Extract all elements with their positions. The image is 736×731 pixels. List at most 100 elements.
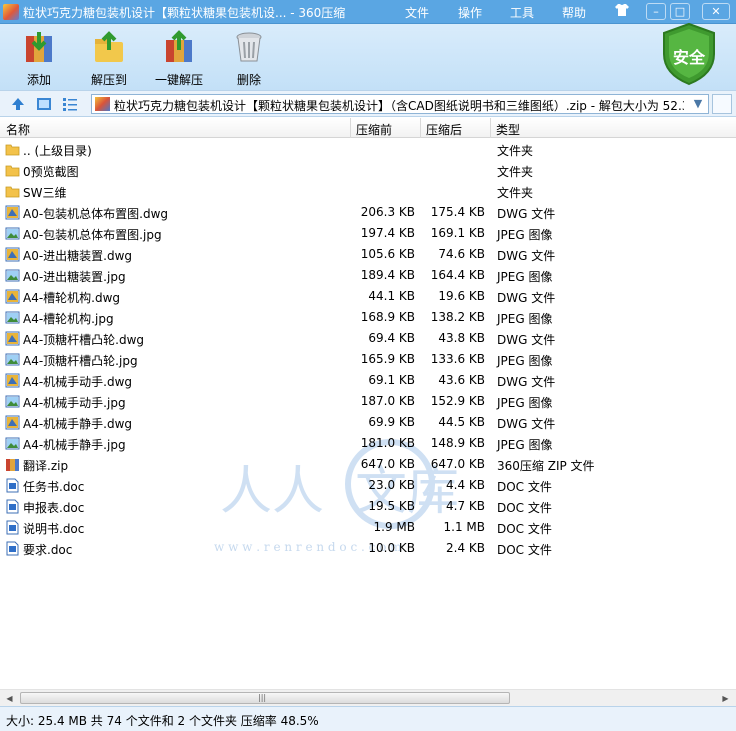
file-size: 69.4 KB: [368, 331, 415, 345]
window-title: 粒状巧克力糖包装机设计【颗粒状糖果包装机设... - 360压缩: [23, 6, 346, 20]
file-packed-size: 4.7 KB: [446, 499, 485, 513]
file-name: A4-槽轮机构.dwg: [23, 291, 121, 305]
file-size: 181.0 KB: [360, 436, 415, 450]
file-row[interactable]: A4-槽轮机构.jpg 168.9 KB 138.2 KB JPEG 图像: [0, 307, 736, 328]
one-click-extract-label: 一键解压: [154, 73, 203, 87]
scrollbar-thumb[interactable]: |||: [20, 692, 510, 704]
file-packed-size: 2.4 KB: [446, 541, 485, 555]
file-row[interactable]: A4-机械手静手.dwg 69.9 KB 44.5 KB DWG 文件: [0, 412, 736, 433]
menu-tools[interactable]: 工具: [510, 4, 534, 21]
address-bar: 粒状巧克力糖包装机设计【颗粒状糖果包装机设计】（含CAD图纸说明书和三维图纸）.…: [0, 90, 736, 117]
file-name: 要求.doc: [23, 543, 73, 557]
file-size: 189.4 KB: [360, 268, 415, 282]
column-name[interactable]: 名称: [6, 121, 30, 138]
file-row[interactable]: 要求.doc 10.0 KB 2.4 KB DOC 文件: [0, 538, 736, 559]
horizontal-scrollbar[interactable]: ◀ ||| ▶: [0, 689, 736, 706]
extract-to-icon: [95, 31, 123, 62]
jpeg-file-icon: [5, 310, 20, 325]
file-row[interactable]: A4-槽轮机构.dwg 44.1 KB 19.6 KB DWG 文件: [0, 286, 736, 307]
chevron-down-icon[interactable]: ▼: [690, 96, 706, 112]
file-size: 69.1 KB: [368, 373, 415, 387]
list-view-icon[interactable]: [62, 96, 78, 112]
file-name: 申报表.doc: [23, 501, 85, 515]
add-button[interactable]: 添加: [7, 26, 71, 88]
file-name: SW三维: [23, 186, 67, 200]
file-size: 187.0 KB: [360, 394, 415, 408]
file-row[interactable]: A0-包装机总体布置图.dwg 206.3 KB 175.4 KB DWG 文件: [0, 202, 736, 223]
jpeg-file-icon: [5, 226, 20, 241]
file-row[interactable]: 0预览截图 文件夹: [0, 160, 736, 181]
file-row[interactable]: A0-进出糖装置.jpg 189.4 KB 164.4 KB JPEG 图像: [0, 265, 736, 286]
address-go-button[interactable]: [712, 94, 732, 114]
dwg-file-icon: [5, 247, 20, 262]
maximize-button[interactable]: □: [670, 3, 690, 20]
dwg-file-icon: [5, 205, 20, 220]
scroll-left-icon[interactable]: ◀: [2, 693, 17, 704]
file-packed-size: 44.5 KB: [438, 415, 485, 429]
archive-icon: [95, 97, 110, 111]
up-arrow-icon[interactable]: [10, 96, 26, 112]
menu-help[interactable]: 帮助: [562, 4, 586, 21]
status-text: 大小: 25.4 MB 共 74 个文件和 2 个文件夹 压缩率 48.5%: [6, 714, 319, 728]
file-type: DWG 文件: [497, 333, 556, 347]
file-name: A0-包装机总体布置图.dwg: [23, 207, 169, 221]
file-row[interactable]: 申报表.doc 19.5 KB 4.7 KB DOC 文件: [0, 496, 736, 517]
file-row[interactable]: 任务书.doc 23.0 KB 4.4 KB DOC 文件: [0, 475, 736, 496]
one-click-extract-button[interactable]: 一键解压: [147, 26, 211, 88]
menu-operate[interactable]: 操作: [458, 4, 482, 21]
column-packed[interactable]: 压缩后: [426, 121, 462, 138]
file-packed-size: 647.0 KB: [430, 457, 485, 471]
column-type[interactable]: 类型: [496, 121, 520, 138]
file-type: DWG 文件: [497, 375, 556, 389]
column-size[interactable]: 压缩前: [356, 121, 392, 138]
scroll-right-icon[interactable]: ▶: [718, 693, 733, 704]
file-packed-size: 19.6 KB: [438, 289, 485, 303]
extract-to-label: 解压到: [90, 73, 127, 87]
close-button[interactable]: ✕: [702, 3, 730, 20]
file-name: 0预览截图: [23, 165, 79, 179]
file-name: .. (上级目录): [23, 144, 92, 158]
file-packed-size: 169.1 KB: [430, 226, 485, 240]
file-name: A0-进出糖装置.jpg: [23, 270, 126, 284]
minimize-button[interactable]: –: [646, 3, 666, 20]
file-row[interactable]: A0-包装机总体布置图.jpg 197.4 KB 169.1 KB JPEG 图像: [0, 223, 736, 244]
file-name: A4-机械手动手.dwg: [23, 375, 133, 389]
file-row[interactable]: 说明书.doc 1.9 MB 1.1 MB DOC 文件: [0, 517, 736, 538]
folder-icon: [5, 184, 20, 199]
jpeg-file-icon: [5, 352, 20, 367]
menu-file[interactable]: 文件: [405, 4, 429, 21]
file-size: 10.0 KB: [368, 541, 415, 555]
file-row[interactable]: A4-机械手静手.jpg 181.0 KB 148.9 KB JPEG 图像: [0, 433, 736, 454]
delete-button[interactable]: 删除: [217, 26, 281, 88]
file-row[interactable]: SW三维 文件夹: [0, 181, 736, 202]
file-row[interactable]: A4-机械手动手.jpg 187.0 KB 152.9 KB JPEG 图像: [0, 391, 736, 412]
file-type: DOC 文件: [497, 543, 552, 557]
extract-to-button[interactable]: 解压到: [77, 26, 141, 88]
file-row[interactable]: .. (上级目录) 文件夹: [0, 139, 736, 160]
jpeg-file-icon: [5, 394, 20, 409]
address-field[interactable]: 粒状巧克力糖包装机设计【颗粒状糖果包装机设计】（含CAD图纸说明书和三维图纸）.…: [91, 94, 709, 114]
file-row[interactable]: A0-进出糖装置.dwg 105.6 KB 74.6 KB DWG 文件: [0, 244, 736, 265]
file-packed-size: 138.2 KB: [430, 310, 485, 324]
file-type: JPEG 图像: [497, 270, 553, 284]
file-name: 翻译.zip: [23, 459, 69, 473]
file-row[interactable]: A4-顶糖杆槽凸轮.dwg 69.4 KB 43.8 KB DWG 文件: [0, 328, 736, 349]
file-name: 说明书.doc: [23, 522, 85, 536]
file-size: 165.9 KB: [360, 352, 415, 366]
folder-icon: [5, 142, 20, 157]
file-type: DWG 文件: [497, 417, 556, 431]
skin-shirt-icon[interactable]: [612, 3, 632, 20]
jpeg-file-icon: [5, 436, 20, 451]
doc-file-icon: [5, 478, 20, 493]
file-name: A4-机械手动手.jpg: [23, 396, 126, 410]
file-name: A4-槽轮机构.jpg: [23, 312, 114, 326]
dwg-file-icon: [5, 289, 20, 304]
jpeg-file-icon: [5, 268, 20, 283]
thumbnail-view-icon[interactable]: [36, 96, 52, 112]
column-header: 名称 压缩前 压缩后 类型: [0, 118, 736, 138]
file-size: 105.6 KB: [360, 247, 415, 261]
file-row[interactable]: A4-顶糖杆槽凸轮.jpg 165.9 KB 133.6 KB JPEG 图像: [0, 349, 736, 370]
file-list: 人人 文库 w w w . r e n r e n d o c . c o m …: [0, 139, 736, 689]
file-row[interactable]: 翻译.zip 647.0 KB 647.0 KB 360压缩 ZIP 文件: [0, 454, 736, 475]
file-row[interactable]: A4-机械手动手.dwg 69.1 KB 43.6 KB DWG 文件: [0, 370, 736, 391]
